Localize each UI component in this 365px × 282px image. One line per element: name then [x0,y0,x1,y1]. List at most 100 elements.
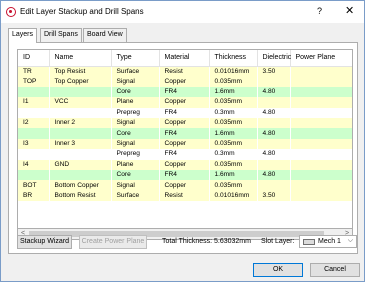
cell-material[interactable]: Copper [159,138,210,150]
table-row[interactable]: Core FR4 1.6mm 4.80 [18,86,352,98]
cell-type[interactable]: Surface [111,66,160,77]
cell-type[interactable]: Plane [111,97,160,108]
cancel-button[interactable]: Cancel [310,263,360,277]
cell-dielectric[interactable] [257,118,291,129]
cell-name[interactable]: VCC [49,97,112,108]
cell-id[interactable] [18,149,50,160]
column-header-thickness[interactable]: Thickness [209,50,258,67]
cell-id[interactable] [18,201,50,212]
cell-material[interactable]: Resist [159,190,210,202]
cell-type[interactable]: Signal [111,138,160,150]
cell-dielectric[interactable] [257,201,291,212]
cell-dielectric[interactable]: 4.80 [257,107,291,119]
table-row[interactable]: I1 VCC Plane Copper 0.035mm [18,97,352,108]
cell-thickness[interactable]: 0.3mm [209,107,258,119]
cell-id[interactable]: TR [18,66,50,77]
cell-id[interactable]: I4 [18,159,50,171]
cell-material[interactable]: Copper [159,118,210,129]
cell-type[interactable]: Plane [111,159,160,171]
table-row[interactable]: I4 GND Plane Copper 0.035mm [18,159,352,171]
cell-name[interactable] [49,149,112,160]
cell-thickness[interactable]: 1.6mm [209,86,258,98]
cell-dielectric[interactable] [257,138,291,150]
stackup-wizard-button[interactable]: Stackup Wizard [17,235,72,249]
cell-thickness[interactable]: 1.6mm [209,128,258,139]
table-row[interactable]: BOT Bottom Copper Signal Copper 0.035mm [18,180,352,191]
cell-thickness[interactable]: 0.035mm [209,159,258,171]
cell-power-plane[interactable] [290,76,352,87]
cell-name[interactable]: GND [49,159,112,171]
cell-material[interactable] [159,201,210,212]
cell-name[interactable]: Bottom Copper [49,180,112,191]
cell-power-plane[interactable] [290,128,352,139]
cell-thickness[interactable]: 0.01016mm [209,190,258,202]
cell-power-plane[interactable] [290,97,352,108]
cell-dielectric[interactable] [257,97,291,108]
cell-power-plane[interactable] [290,201,352,212]
cell-thickness[interactable]: 0.035mm [209,76,258,87]
cell-thickness[interactable]: 0.035mm [209,118,258,129]
cell-name[interactable]: Inner 3 [49,138,112,150]
column-header-power-plane[interactable]: Power Plane [290,50,352,67]
cell-thickness[interactable]: 1.6mm [209,170,258,181]
cell-thickness[interactable]: 0.3mm [209,149,258,160]
cell-id[interactable]: I3 [18,138,50,150]
cell-dielectric[interactable]: 4.80 [257,149,291,160]
column-header-material[interactable]: Material [159,50,210,67]
cell-material[interactable]: FR4 [159,170,210,181]
cell-type[interactable]: Signal [111,180,160,191]
cell-dielectric[interactable]: 4.80 [257,128,291,139]
cell-material[interactable]: Copper [159,76,210,87]
cell-name[interactable] [49,128,112,139]
cell-thickness[interactable]: 0.035mm [209,138,258,150]
cell-material[interactable]: FR4 [159,86,210,98]
help-button[interactable]: ? [317,6,322,16]
cell-name[interactable]: Inner 2 [49,118,112,129]
scroll-thumb[interactable] [29,231,324,237]
tab-layers[interactable]: Layers [8,28,38,43]
create-power-plane-button[interactable]: Create Power Plane [79,235,147,249]
table-row[interactable] [18,201,352,212]
cell-power-plane[interactable] [290,138,352,150]
cell-type[interactable]: Signal [111,76,160,87]
cell-type[interactable]: Core [111,170,160,181]
cell-material[interactable]: Resist [159,66,210,77]
cell-id[interactable] [18,86,50,98]
cell-type[interactable] [111,201,160,212]
cell-dielectric[interactable]: 3.50 [257,66,291,77]
cell-power-plane[interactable] [290,170,352,181]
cell-power-plane[interactable] [290,66,352,77]
cell-name[interactable] [49,107,112,119]
table-row[interactable]: Core FR4 1.6mm 4.80 [18,128,352,139]
cell-name[interactable]: Bottom Resist [49,190,112,202]
cell-type[interactable]: Signal [111,118,160,129]
cell-id[interactable]: BR [18,190,50,202]
table-row[interactable]: I2 Inner 2 Signal Copper 0.035mm [18,118,352,129]
cell-type[interactable]: Core [111,86,160,98]
cell-power-plane[interactable] [290,149,352,160]
cell-name[interactable]: Top Copper [49,76,112,87]
table-row[interactable]: I3 Inner 3 Signal Copper 0.035mm [18,138,352,150]
cell-id[interactable]: I2 [18,118,50,129]
cell-material[interactable]: Copper [159,97,210,108]
cell-id[interactable] [18,128,50,139]
column-header-name[interactable]: Name [49,50,112,67]
table-row[interactable]: Core FR4 1.6mm 4.80 [18,170,352,181]
cell-power-plane[interactable] [290,180,352,191]
cell-name[interactable]: Top Resist [49,66,112,77]
cell-dielectric[interactable] [257,159,291,171]
cell-name[interactable] [49,201,112,212]
cell-type[interactable]: Prepreg [111,107,160,119]
cell-material[interactable]: FR4 [159,128,210,139]
tab-board-view[interactable]: Board View [83,28,127,42]
cell-thickness[interactable]: 0.035mm [209,97,258,108]
cell-id[interactable]: TOP [18,76,50,87]
cell-thickness[interactable] [209,201,258,212]
cell-power-plane[interactable] [290,190,352,202]
cell-id[interactable] [18,107,50,119]
cell-power-plane[interactable] [290,118,352,129]
cell-id[interactable] [18,170,50,181]
cell-id[interactable]: BOT [18,180,50,191]
column-header-id[interactable]: ID [18,50,50,67]
slot-layer-select[interactable]: Mech 1 ⌵ [299,235,357,248]
